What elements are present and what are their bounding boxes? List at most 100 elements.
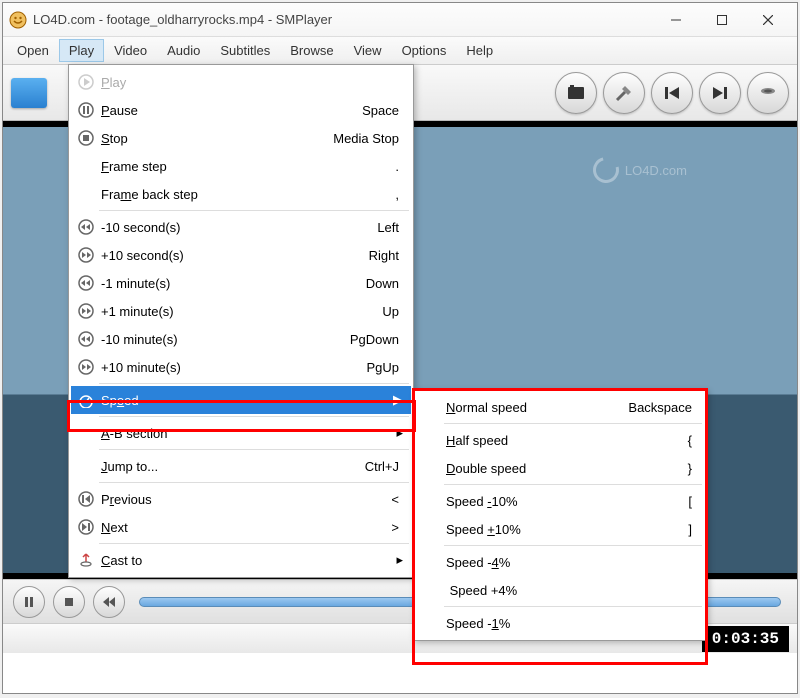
submenu-arrow-icon: ▶ [393, 392, 403, 408]
pause-icon [75, 102, 97, 118]
menu-pause-item[interactable]: PauseSpace [71, 96, 411, 124]
separator [99, 449, 409, 450]
watermark: LO4D.com [593, 157, 687, 183]
rewind-icon [75, 275, 97, 291]
fwd10s-shortcut: Right [369, 248, 399, 263]
separator [99, 210, 409, 211]
prev-icon [75, 491, 97, 507]
menu-frame-back-item[interactable]: Frame back step, [71, 180, 411, 208]
back10s-shortcut: Left [377, 220, 399, 235]
menu-browse[interactable]: Browse [280, 39, 343, 62]
next-shortcut: > [391, 520, 399, 535]
submenu-arrow-icon: ▸ [396, 552, 403, 568]
speed-plus4-item[interactable]: Speed +4% [416, 576, 704, 604]
menu-fwd10s-item[interactable]: +10 second(s) Right [71, 241, 411, 269]
m10-shortcut: [ [688, 494, 692, 509]
menu-help[interactable]: Help [456, 39, 503, 62]
cast-icon [75, 552, 97, 568]
separator [99, 416, 409, 417]
stop-button[interactable] [53, 586, 85, 618]
speed-half-item[interactable]: Half speed{ [416, 426, 704, 454]
prev-shortcut: < [391, 492, 399, 507]
double-shortcut: } [688, 461, 692, 476]
menu-back10m-item[interactable]: -10 minute(s) PgDown [71, 325, 411, 353]
forward-icon [75, 247, 97, 263]
rewind-icon [75, 219, 97, 235]
maximize-button[interactable] [699, 7, 745, 33]
menu-previous-item[interactable]: Previous< [71, 485, 411, 513]
next-track-button[interactable] [699, 72, 741, 114]
menu-speed-item[interactable]: Speed▶ [71, 386, 411, 414]
fwd10m-label: +10 minute(s) [101, 360, 181, 375]
window-title: LO4D.com - footage_oldharryrocks.mp4 - S… [33, 12, 653, 27]
menu-ab-section-item[interactable]: A-B section▸ [71, 419, 411, 447]
speed-minus4-item[interactable]: Speed -4% [416, 548, 704, 576]
forward-icon [75, 303, 97, 319]
menu-fwd10m-item[interactable]: +10 minute(s) PgUp [71, 353, 411, 381]
menu-audio[interactable]: Audio [157, 39, 210, 62]
normal-shortcut: Backspace [628, 400, 692, 415]
pause-button[interactable] [13, 586, 45, 618]
back10m-label: -10 minute(s) [101, 332, 178, 347]
menu-jumpto-item[interactable]: Jump to...Ctrl+J [71, 452, 411, 480]
speed-double-item[interactable]: Double speed} [416, 454, 704, 482]
submenu-arrow-icon: ▸ [396, 425, 403, 441]
menu-frame-step-item[interactable]: Frame step. [71, 152, 411, 180]
media-info-button[interactable] [555, 72, 597, 114]
separator [444, 606, 702, 607]
play-menu-dropdown: Play PauseSpace StopMedia Stop Frame ste… [68, 64, 414, 578]
fwd1m-label: +1 minute(s) [101, 304, 174, 319]
speed-plus10-item[interactable]: Speed +10%] [416, 515, 704, 543]
preferences-button[interactable] [603, 72, 645, 114]
speed-minus10-item[interactable]: Speed -10%[ [416, 487, 704, 515]
menu-back10s-item[interactable]: -10 second(s) Left [71, 213, 411, 241]
menu-back1m-item[interactable]: -1 minute(s)Down [71, 269, 411, 297]
menu-next-item[interactable]: Next> [71, 513, 411, 541]
back10s-label: -10 second(s) [101, 220, 180, 235]
time-display: 0:03:35 [702, 626, 789, 652]
separator [99, 383, 409, 384]
menu-cast-item[interactable]: Cast to▸ [71, 546, 411, 574]
speed-normal-item[interactable]: Normal speedBackspace [416, 393, 704, 421]
menu-video[interactable]: Video [104, 39, 157, 62]
frame-back-shortcut: , [395, 187, 399, 202]
back1m-shortcut: Down [366, 276, 399, 291]
menu-options[interactable]: Options [392, 39, 457, 62]
open-folder-button[interactable] [11, 78, 47, 108]
menu-bar: Open Play Video Audio Subtitles Browse V… [3, 37, 797, 65]
pause-shortcut: Space [362, 103, 399, 118]
fwd10m-shortcut: PgUp [366, 360, 399, 375]
title-bar: LO4D.com - footage_oldharryrocks.mp4 - S… [3, 3, 797, 37]
jump-shortcut: Ctrl+J [365, 459, 399, 474]
menu-subtitles[interactable]: Subtitles [210, 39, 280, 62]
watermark-text: LO4D.com [625, 163, 687, 178]
speed-icon [75, 392, 97, 408]
back10m-shortcut: PgDown [350, 332, 399, 347]
play-label: lay [110, 75, 127, 90]
menu-play[interactable]: Play [59, 39, 104, 62]
menu-play-item[interactable]: Play [71, 68, 411, 96]
menu-open[interactable]: Open [7, 39, 59, 62]
close-button[interactable] [745, 7, 791, 33]
separator [444, 484, 702, 485]
speed-submenu: Normal speedBackspace Half speed{ Double… [413, 389, 707, 641]
separator [444, 423, 702, 424]
fwd10s-label: +10 second(s) [101, 248, 184, 263]
forward-icon [75, 359, 97, 375]
half-shortcut: { [688, 433, 692, 448]
minimize-button[interactable] [653, 7, 699, 33]
speed-minus1-item[interactable]: Speed -1% [416, 609, 704, 637]
menu-stop-item[interactable]: StopMedia Stop [71, 124, 411, 152]
volume-button[interactable] [747, 72, 789, 114]
frame-step-shortcut: . [395, 159, 399, 174]
play-icon [75, 74, 97, 90]
rewind-button[interactable] [93, 586, 125, 618]
separator [444, 545, 702, 546]
p10-shortcut: ] [688, 522, 692, 537]
app-icon [9, 11, 27, 29]
menu-view[interactable]: View [344, 39, 392, 62]
stop-shortcut: Media Stop [333, 131, 399, 146]
stop-icon [75, 130, 97, 146]
menu-fwd1m-item[interactable]: +1 minute(s)Up [71, 297, 411, 325]
previous-track-button[interactable] [651, 72, 693, 114]
